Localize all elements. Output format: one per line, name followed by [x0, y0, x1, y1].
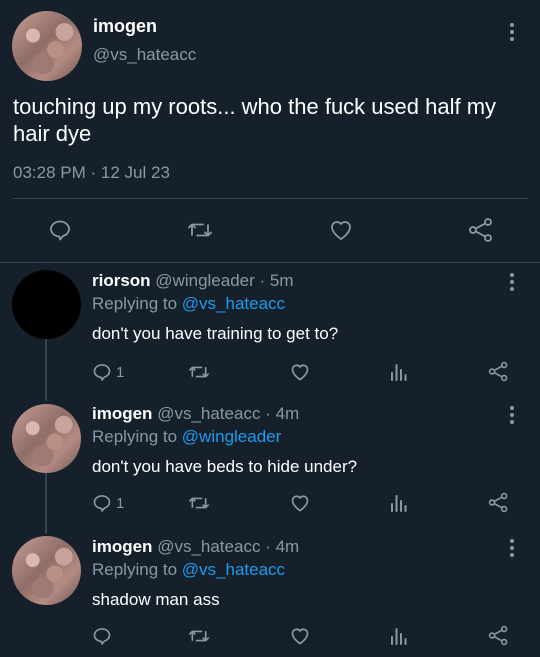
reply-icon[interactable]	[92, 493, 112, 513]
heart-icon[interactable]	[289, 626, 311, 646]
reply-text: don't you have training to get to?	[92, 324, 339, 343]
avatar[interactable]	[12, 404, 81, 473]
retweet-icon[interactable]	[188, 362, 210, 382]
more-options-icon[interactable]	[503, 539, 521, 559]
reply-age: 4m	[275, 404, 300, 423]
reply-icon[interactable]	[48, 218, 72, 242]
reply-text: don't you have beds to hide under?	[92, 457, 358, 476]
divider	[12, 198, 528, 199]
replying-to-label: Replying to	[92, 294, 178, 313]
heart-icon[interactable]	[289, 493, 311, 513]
share-icon[interactable]	[488, 492, 509, 513]
reply-count: 1	[116, 495, 125, 512]
replying-to: Replying to @vs_hateacc	[92, 294, 285, 314]
thread-line	[45, 473, 47, 534]
reply-count: 1	[116, 364, 125, 381]
reply-icon[interactable]	[92, 362, 112, 382]
separator-dot: ·	[265, 404, 271, 423]
replying-to: Replying to @vs_hateacc	[92, 560, 285, 580]
retweet-icon[interactable]	[188, 626, 210, 646]
tweet-date: 12 Jul 23	[100, 163, 170, 182]
analytics-icon[interactable]	[390, 492, 408, 512]
avatar[interactable]	[12, 536, 81, 605]
display-name[interactable]: imogen	[92, 404, 152, 423]
thread-line	[45, 339, 47, 401]
more-options-icon[interactable]	[503, 406, 521, 426]
heart-icon[interactable]	[289, 362, 311, 382]
retweet-icon[interactable]	[188, 493, 210, 513]
tweet-timestamp: 03:28 PM · 12 Jul 23	[13, 163, 170, 183]
share-icon[interactable]	[488, 361, 509, 382]
replying-to-label: Replying to	[92, 560, 178, 579]
reply-header: riorson @wingleader · 5m	[92, 271, 294, 291]
separator-dot: ·	[259, 271, 266, 290]
tweet-text: touching up my roots... who the fuck use…	[13, 94, 497, 146]
display-name[interactable]: riorson	[92, 271, 151, 290]
share-icon[interactable]	[488, 625, 509, 646]
analytics-icon[interactable]	[390, 361, 408, 381]
replying-to: Replying to @wingleader	[92, 427, 281, 447]
separator-dot: ·	[90, 163, 97, 182]
replying-to-label: Replying to	[92, 427, 178, 446]
tweet-time: 03:28 PM	[13, 163, 86, 182]
reply-icon[interactable]	[92, 626, 112, 646]
replying-to-handle[interactable]: @wingleader	[182, 427, 281, 446]
handle[interactable]: @wingleader	[155, 271, 254, 290]
handle[interactable]: @vs_hateacc	[157, 537, 260, 556]
reply-header: imogen @vs_hateacc · 4m	[92, 404, 299, 424]
divider	[0, 262, 540, 263]
handle[interactable]: @vs_hateacc	[93, 45, 196, 65]
analytics-icon[interactable]	[390, 625, 408, 645]
reply-age: 5m	[269, 271, 294, 290]
more-options-icon[interactable]	[503, 273, 521, 293]
reply-age: 4m	[275, 537, 300, 556]
more-options-icon[interactable]	[503, 23, 521, 43]
display-name[interactable]: imogen	[93, 16, 157, 37]
reply-header: imogen @vs_hateacc · 4m	[92, 537, 299, 557]
separator-dot: ·	[265, 537, 271, 556]
reply-text: shadow man ass	[92, 590, 220, 609]
share-icon[interactable]	[468, 217, 494, 243]
avatar[interactable]	[12, 11, 82, 81]
heart-icon[interactable]	[328, 218, 354, 242]
replying-to-handle[interactable]: @vs_hateacc	[182, 294, 285, 313]
handle[interactable]: @vs_hateacc	[157, 404, 260, 423]
replying-to-handle[interactable]: @vs_hateacc	[182, 560, 285, 579]
retweet-icon[interactable]	[187, 218, 213, 242]
avatar[interactable]	[12, 270, 81, 339]
display-name[interactable]: imogen	[92, 537, 152, 556]
